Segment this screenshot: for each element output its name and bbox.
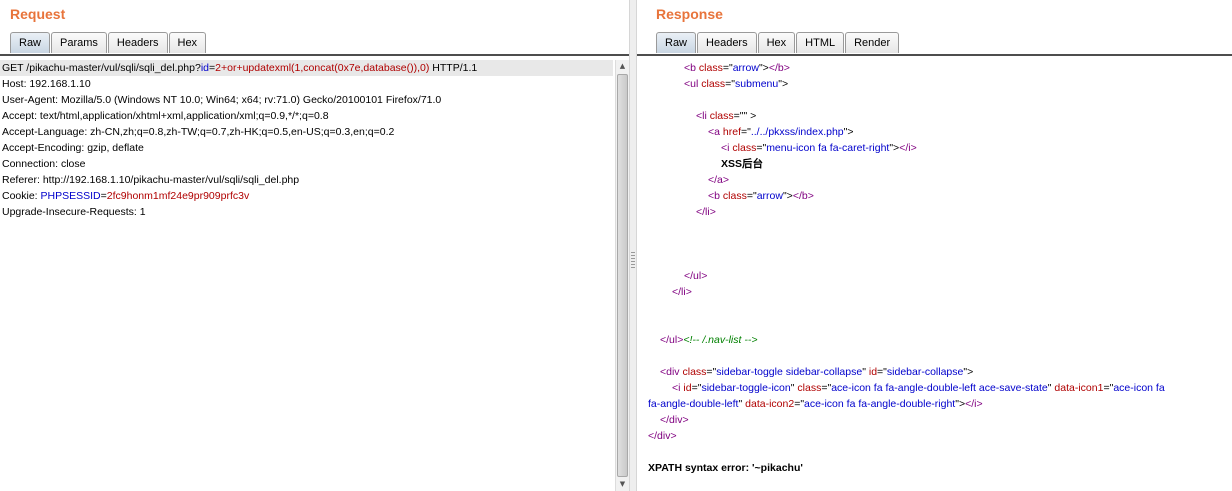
- response-line: </li>: [672, 286, 692, 298]
- response-line: </ul><!-- /.nav-list -->: [660, 334, 758, 346]
- response-line: <a href="../../pkxss/index.php">: [708, 126, 854, 138]
- request-tab-params[interactable]: Params: [51, 32, 107, 53]
- request-tab-raw[interactable]: Raw: [10, 32, 51, 53]
- response-line: XPATH syntax error: '~pikachu': [648, 462, 803, 474]
- response-tab-render[interactable]: Render: [845, 32, 900, 53]
- response-text[interactable]: <b class="arrow"></b> <ul class="submenu"…: [637, 60, 1232, 491]
- request-tabs: Raw Params Headers Hex: [10, 32, 207, 53]
- request-line: Cookie: PHPSESSID=2fc9honm1mf24e9pr909pr…: [2, 190, 250, 202]
- response-tab-hex[interactable]: Hex: [757, 32, 796, 53]
- request-tab-headers[interactable]: Headers: [107, 32, 168, 53]
- request-scrollbar[interactable]: ▲ ▼: [615, 60, 629, 491]
- response-line: <i class="menu-icon fa fa-caret-right"><…: [721, 142, 917, 154]
- request-line: Upgrade-Insecure-Requests: 1: [2, 206, 146, 218]
- response-viewer[interactable]: <b class="arrow"></b> <ul class="submenu"…: [637, 60, 1232, 491]
- request-line: Accept-Encoding: gzip, deflate: [2, 142, 144, 154]
- response-line: </div>: [648, 430, 677, 442]
- request-line: Accept-Language: zh-CN,zh;q=0.8,zh-TW;q=…: [2, 126, 395, 138]
- response-line: <li class="" >: [696, 110, 757, 122]
- response-line: <b class="arrow"></b>: [708, 190, 814, 202]
- tab-divider: [0, 54, 629, 56]
- response-line: </div>: [660, 414, 689, 426]
- response-title: Response: [656, 6, 723, 22]
- response-line: </ul>: [684, 270, 708, 282]
- response-tabs: Raw Headers Hex HTML Render: [656, 32, 900, 53]
- request-line: Referer: http://192.168.1.10/pikachu-mas…: [2, 174, 300, 186]
- response-tab-raw[interactable]: Raw: [656, 32, 697, 53]
- response-line: fa-angle-double-left" data-icon2="ace-ic…: [648, 398, 983, 410]
- request-editor[interactable]: GET /pikachu-master/vul/sqli/sqli_del.ph…: [0, 60, 629, 491]
- scroll-down-icon[interactable]: ▼: [616, 478, 629, 491]
- request-tab-hex[interactable]: Hex: [168, 32, 207, 53]
- request-line: GET /pikachu-master/vul/sqli/sqli_del.ph…: [0, 60, 613, 76]
- pane-splitter[interactable]: [629, 0, 637, 491]
- request-line: User-Agent: Mozilla/5.0 (Windows NT 10.0…: [2, 94, 442, 106]
- request-line: Connection: close: [2, 158, 86, 170]
- response-pane: Response Raw Headers Hex HTML Render <b clas…: [637, 0, 1232, 491]
- response-line: <i id="sidebar-toggle-icon" class="ace-i…: [672, 382, 1165, 394]
- request-text[interactable]: GET /pikachu-master/vul/sqli/sqli_del.ph…: [0, 60, 613, 491]
- request-title: Request: [10, 6, 66, 22]
- response-tab-headers[interactable]: Headers: [697, 32, 757, 53]
- splitter-grip-icon[interactable]: [631, 252, 635, 268]
- response-line: <ul class="submenu">: [684, 78, 789, 90]
- response-line: <div class="sidebar-toggle sidebar-colla…: [660, 366, 974, 378]
- response-line: </li>: [696, 206, 716, 218]
- scroll-up-icon[interactable]: ▲: [616, 60, 629, 73]
- tab-divider: [637, 54, 1232, 56]
- scroll-thumb[interactable]: [617, 74, 628, 477]
- response-line: </a>: [708, 174, 730, 186]
- response-line: XSS后台: [721, 158, 764, 170]
- request-line: Host: 192.168.1.10: [2, 78, 91, 90]
- request-line: Accept: text/html,application/xhtml+xml,…: [2, 110, 329, 122]
- request-pane: Request Raw Params Headers Hex GET /pikachu…: [0, 0, 629, 491]
- response-line: <b class="arrow"></b>: [684, 62, 790, 74]
- response-tab-html[interactable]: HTML: [796, 32, 845, 53]
